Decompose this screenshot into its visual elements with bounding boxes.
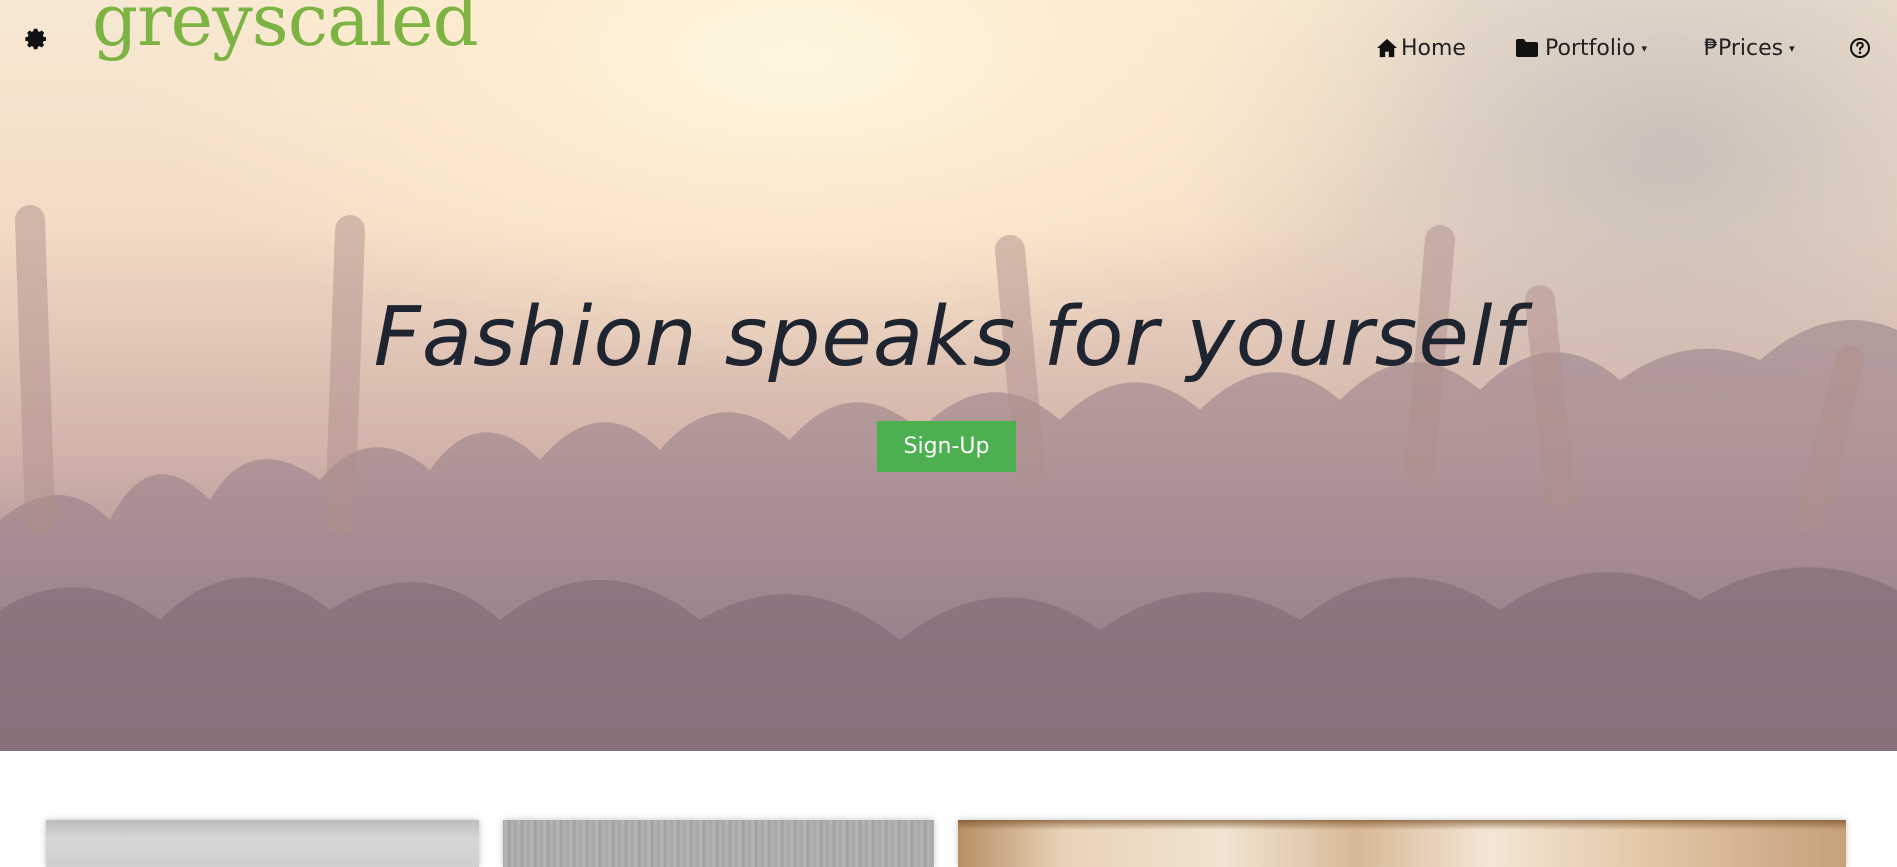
nav-prices-label: ₱Prices (1704, 35, 1784, 61)
signup-button[interactable]: Sign-Up (877, 421, 1016, 472)
nav-help[interactable] (1849, 32, 1871, 64)
settings-button[interactable] (24, 27, 48, 51)
chevron-down-icon: ▾ (1789, 41, 1795, 55)
nav-home-label: Home (1401, 35, 1466, 61)
site-logo[interactable]: greyscaled (92, 0, 479, 56)
folder-icon (1516, 39, 1538, 57)
nav-home[interactable]: Home (1376, 32, 1466, 64)
chevron-down-icon: ▾ (1641, 41, 1648, 55)
feature-card-wood-grey[interactable] (503, 820, 934, 867)
feature-card-grey[interactable] (46, 820, 479, 867)
nav-portfolio-label: Portfolio (1545, 35, 1636, 61)
nav-prices[interactable]: ₱Prices ▾ (1704, 32, 1795, 64)
home-icon (1377, 38, 1397, 58)
gear-icon (25, 28, 46, 50)
help-circle-icon (1850, 38, 1870, 58)
nav-portfolio[interactable]: Portfolio ▾ (1515, 32, 1647, 64)
feature-card-wood[interactable] (958, 820, 1846, 867)
hero-headline: Fashion speaks for yourself (373, 290, 1524, 385)
